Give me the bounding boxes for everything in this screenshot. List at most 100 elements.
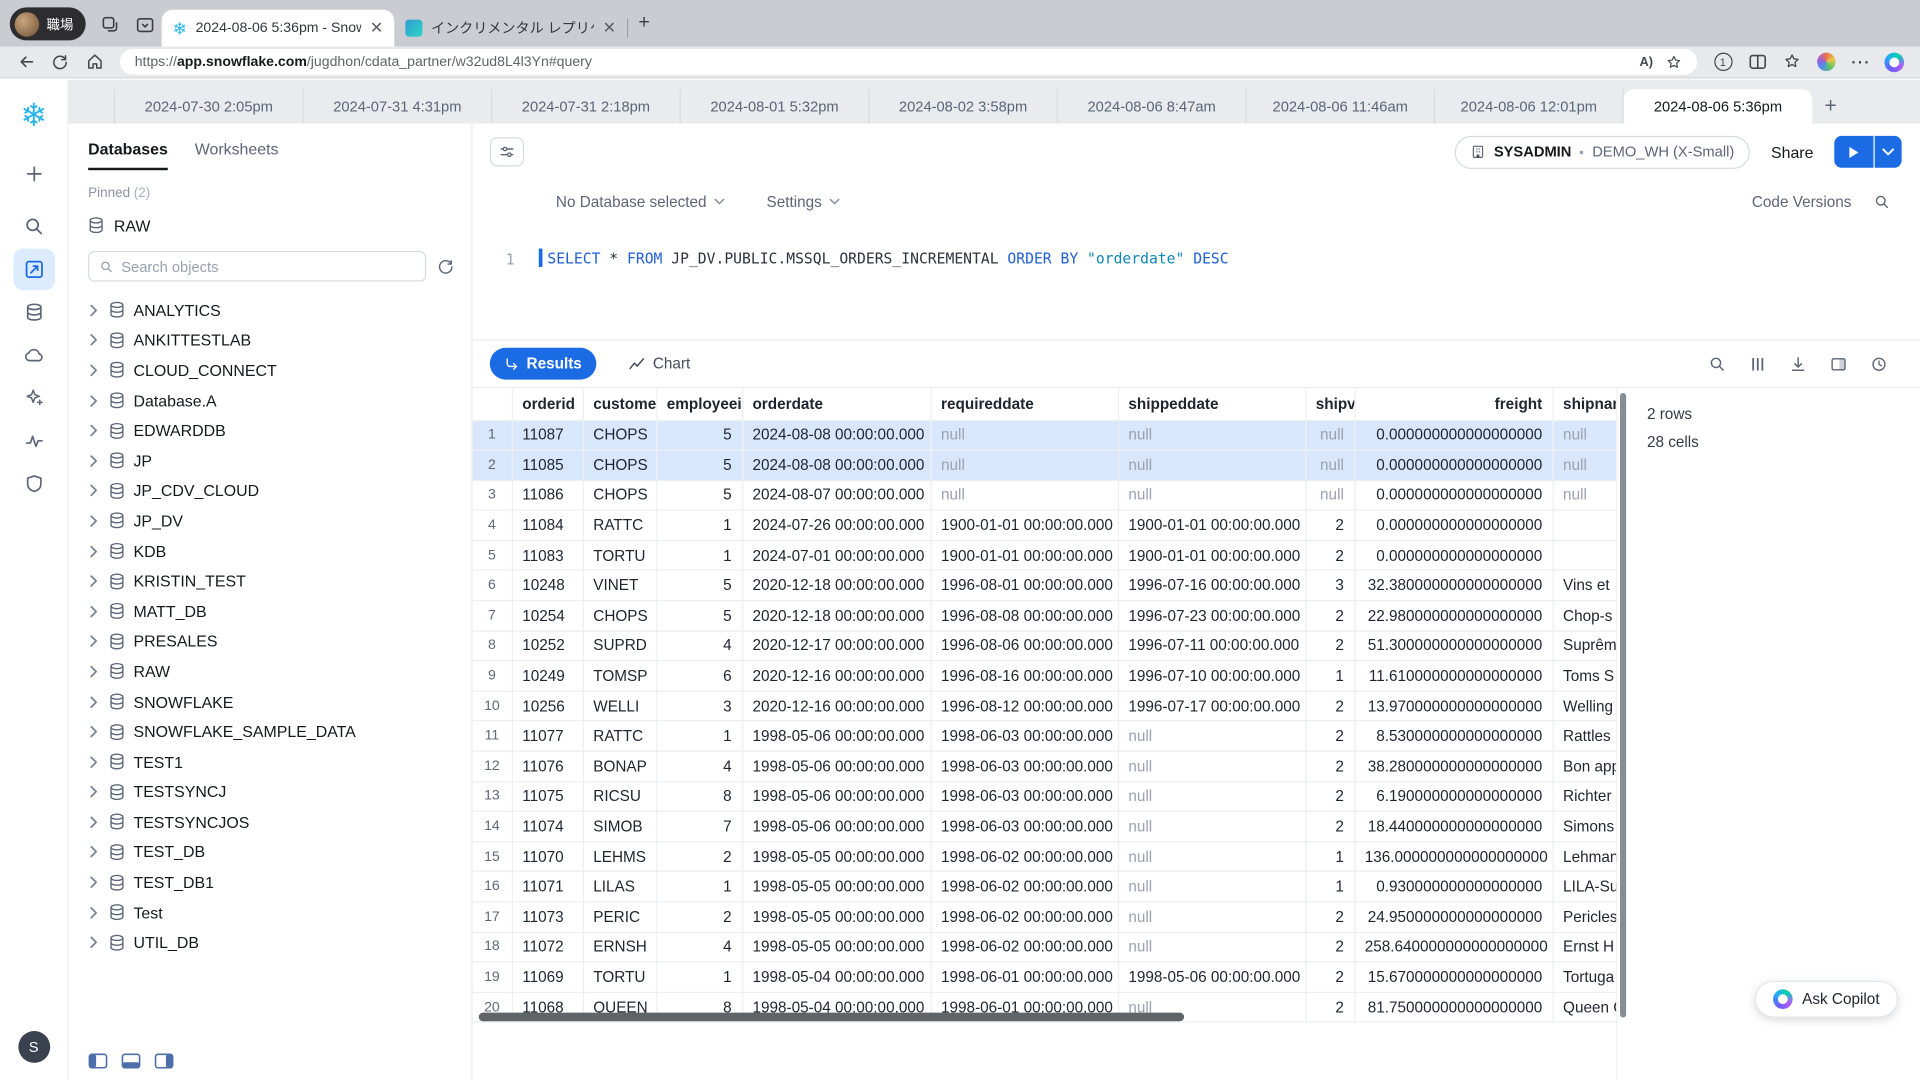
row-number-cell[interactable]: 6 [473, 571, 512, 601]
marketplace-nav-icon[interactable] [13, 377, 55, 419]
table-cell[interactable]: 0.000000000000000000 [1354, 450, 1552, 480]
chevron-right-icon[interactable] [88, 484, 100, 497]
table-cell[interactable]: 1998-05-06 00:00:00.000 [742, 811, 931, 841]
table-cell[interactable]: WELLI [583, 691, 656, 721]
database-tree-item[interactable]: JP_CDV_CLOUD [69, 476, 472, 506]
table-cell[interactable]: Toms S [1553, 661, 1617, 691]
chevron-right-icon[interactable] [88, 755, 100, 768]
worksheet-tab[interactable]: 2024-08-06 12:01pm [1435, 89, 1624, 123]
table-cell[interactable]: 24.950000000000000000 [1354, 902, 1552, 932]
worksheets-nav-icon[interactable] [13, 249, 55, 291]
table-cell[interactable]: 4 [656, 631, 742, 661]
snowflake-logo[interactable]: ❄ [20, 99, 47, 131]
table-cell[interactable]: 2024-07-01 00:00:00.000 [742, 540, 931, 570]
table-row[interactable]: 710254CHOPS52020-12-18 00:00:00.0001996-… [473, 601, 1617, 631]
chevron-right-icon[interactable] [88, 514, 100, 527]
chevron-right-icon[interactable] [88, 876, 100, 889]
database-tree-item[interactable]: TEST_DB1 [69, 867, 472, 897]
table-cell[interactable]: 5 [656, 450, 742, 480]
table-cell[interactable]: Simons [1553, 811, 1617, 841]
close-tab-icon[interactable]: ✕ [370, 18, 383, 38]
table-cell[interactable]: 11076 [512, 751, 583, 781]
table-cell[interactable]: null [1118, 781, 1305, 811]
table-cell[interactable]: 1900-01-01 00:00:00.000 [1118, 540, 1305, 570]
column-header[interactable]: employeeid [656, 388, 742, 420]
table-cell[interactable]: 10248 [512, 571, 583, 601]
column-header[interactable]: freight [1354, 388, 1552, 420]
table-cell[interactable]: Bon app [1553, 751, 1617, 781]
worksheet-tab-partial[interactable] [69, 89, 116, 123]
table-cell[interactable]: 1998-06-03 00:00:00.000 [931, 751, 1118, 781]
table-cell[interactable]: RICSU [583, 781, 656, 811]
table-row[interactable]: 1811072ERNSH41998-05-05 00:00:00.0001998… [473, 932, 1617, 962]
refresh-objects-icon[interactable] [437, 258, 454, 275]
database-tree-item[interactable]: JP [69, 446, 472, 476]
table-cell[interactable]: 1998-06-02 00:00:00.000 [931, 872, 1118, 902]
filters-button[interactable] [490, 137, 524, 166]
table-cell[interactable]: 258.640000000000000000 [1354, 932, 1552, 962]
table-cell[interactable]: TOMSP [583, 661, 656, 691]
table-cell[interactable]: CHOPS [583, 480, 656, 510]
worksheet-tab[interactable]: 2024-08-01 5:32pm [681, 89, 870, 123]
table-cell[interactable]: LEHMS [583, 842, 656, 872]
table-cell[interactable]: 2 [1305, 691, 1354, 721]
table-cell[interactable]: 0.000000000000000000 [1354, 480, 1552, 510]
copilot-icon[interactable] [1878, 48, 1910, 75]
table-cell[interactable]: null [1118, 480, 1305, 510]
table-cell[interactable]: 1998-05-06 00:00:00.000 [742, 781, 931, 811]
table-cell[interactable]: null [1118, 751, 1305, 781]
database-tree-item[interactable]: TEST1 [69, 747, 472, 777]
table-row[interactable]: 1611071LILAS11998-05-05 00:00:00.0001998… [473, 872, 1617, 902]
table-cell[interactable]: 5 [656, 420, 742, 450]
table-cell[interactable]: LILA-Su [1553, 872, 1617, 902]
tab-actions-icon[interactable] [127, 7, 161, 41]
worksheet-tab[interactable]: 2024-08-06 11:46am [1247, 89, 1436, 123]
run-button[interactable] [1834, 136, 1873, 168]
table-cell[interactable]: 51.300000000000000000 [1354, 631, 1552, 661]
vertical-scrollbar[interactable] [1616, 388, 1628, 1080]
table-cell[interactable]: 8 [656, 781, 742, 811]
table-cell[interactable]: LILAS [583, 872, 656, 902]
table-cell[interactable]: 2 [1305, 811, 1354, 841]
table-cell[interactable]: TORTU [583, 962, 656, 992]
chevron-right-icon[interactable] [88, 364, 100, 377]
database-tree-item[interactable]: RAW [69, 656, 472, 686]
row-number-cell[interactable]: 11 [473, 721, 512, 751]
row-number-cell[interactable]: 5 [473, 540, 512, 570]
table-cell[interactable]: 3 [656, 691, 742, 721]
results-search-icon[interactable] [1708, 354, 1726, 372]
cloud-nav-icon[interactable] [13, 334, 55, 376]
table-cell[interactable]: Suprêm [1553, 631, 1617, 661]
favorite-star-icon[interactable] [1665, 53, 1682, 70]
table-cell[interactable]: 1 [656, 721, 742, 751]
database-tree-item[interactable]: SNOWFLAKE_SAMPLE_DATA [69, 717, 472, 747]
pinned-item-raw[interactable]: RAW [69, 209, 472, 241]
table-cell[interactable]: 2020-12-18 00:00:00.000 [742, 571, 931, 601]
worksheet-tab[interactable]: 2024-08-06 8:47am [1058, 89, 1247, 123]
activity-nav-icon[interactable] [13, 420, 55, 462]
toggle-right-panel-icon[interactable] [154, 1052, 174, 1068]
chevron-right-icon[interactable] [88, 815, 100, 828]
table-cell[interactable]: 11.610000000000000000 [1354, 661, 1552, 691]
database-tree-item[interactable]: SNOWFLAKE [69, 687, 472, 717]
table-cell[interactable]: Welling [1553, 691, 1617, 721]
chevron-right-icon[interactable] [88, 845, 100, 858]
table-cell[interactable]: 1 [656, 540, 742, 570]
table-cell[interactable]: 1998-06-01 00:00:00.000 [931, 962, 1118, 992]
table-cell[interactable]: 38.280000000000000000 [1354, 751, 1552, 781]
sql-code-line[interactable]: SELECT * FROM JP_DV.PUBLIC.MSSQL_ORDERS_… [539, 249, 1229, 267]
table-cell[interactable]: 11087 [512, 420, 583, 450]
row-number-cell[interactable]: 9 [473, 661, 512, 691]
table-cell[interactable]: null [1305, 450, 1354, 480]
column-header[interactable]: customerid [583, 388, 656, 420]
row-number-cell[interactable]: 10 [473, 691, 512, 721]
table-cell[interactable]: 81.750000000000000000 [1354, 992, 1552, 1022]
table-cell[interactable]: 11074 [512, 811, 583, 841]
table-cell[interactable]: 1900-01-01 00:00:00.000 [931, 540, 1118, 570]
column-header[interactable]: orderdate [742, 388, 931, 420]
table-cell[interactable]: 7 [656, 811, 742, 841]
table-cell[interactable]: 2024-08-08 00:00:00.000 [742, 420, 931, 450]
sql-editor[interactable]: 1 SELECT * FROM JP_DV.PUBLIC.MSSQL_ORDER… [473, 224, 1920, 339]
table-cell[interactable]: CHOPS [583, 450, 656, 480]
table-cell[interactable]: null [1553, 450, 1617, 480]
